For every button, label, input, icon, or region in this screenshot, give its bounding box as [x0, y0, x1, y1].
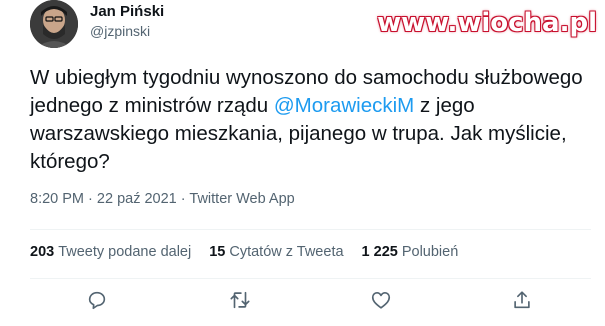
- quotes-label: Cytatów z Tweeta: [229, 244, 344, 260]
- avatar[interactable]: [30, 0, 78, 48]
- tweet-text: W ubiegłym tygodniu wynoszono do samocho…: [30, 64, 600, 176]
- tweet-date[interactable]: 22 paź 2021: [97, 191, 177, 207]
- tweet-stats: 203 Tweety podane dalej 15 Cytatów z Tweet…: [30, 244, 458, 260]
- like-icon: [371, 292, 391, 309]
- mention-link[interactable]: @MorawieckiM: [274, 94, 414, 117]
- reply-button[interactable]: [86, 289, 110, 313]
- reply-icon: [88, 291, 106, 310]
- likes-stat[interactable]: 1 225 Polubień: [362, 244, 459, 260]
- divider: [30, 229, 591, 230]
- retweets-label: Tweety podane dalej: [58, 244, 192, 260]
- like-button[interactable]: [370, 289, 394, 313]
- retweet-button[interactable]: [229, 289, 253, 313]
- watermark: www.wiocha.pl: [377, 8, 597, 38]
- retweets-count: 203: [30, 244, 55, 260]
- tweet-time[interactable]: 8:20 PM: [30, 191, 84, 207]
- divider: [30, 278, 591, 279]
- retweet-icon: [230, 291, 250, 309]
- tweet-meta: 8:20 PM · 22 paź 2021 · Twitter Web App: [30, 191, 295, 207]
- retweets-stat[interactable]: 203 Tweety podane dalej: [30, 244, 191, 260]
- user-name[interactable]: Jan Piński: [90, 3, 164, 20]
- meta-separator: ·: [88, 191, 93, 207]
- meta-separator: ·: [180, 191, 186, 207]
- quotes-count: 15: [209, 244, 226, 260]
- user-handle[interactable]: @jzpinski: [90, 23, 150, 39]
- likes-label: Polubień: [401, 244, 459, 260]
- likes-count: 1 225: [361, 244, 398, 260]
- share-icon: [514, 291, 530, 309]
- quotes-stat[interactable]: 15 Cytatów z Tweeta: [209, 244, 343, 260]
- action-bar: [0, 289, 605, 317]
- share-button[interactable]: [511, 289, 535, 313]
- tweet-source[interactable]: Twitter Web App: [189, 191, 294, 207]
